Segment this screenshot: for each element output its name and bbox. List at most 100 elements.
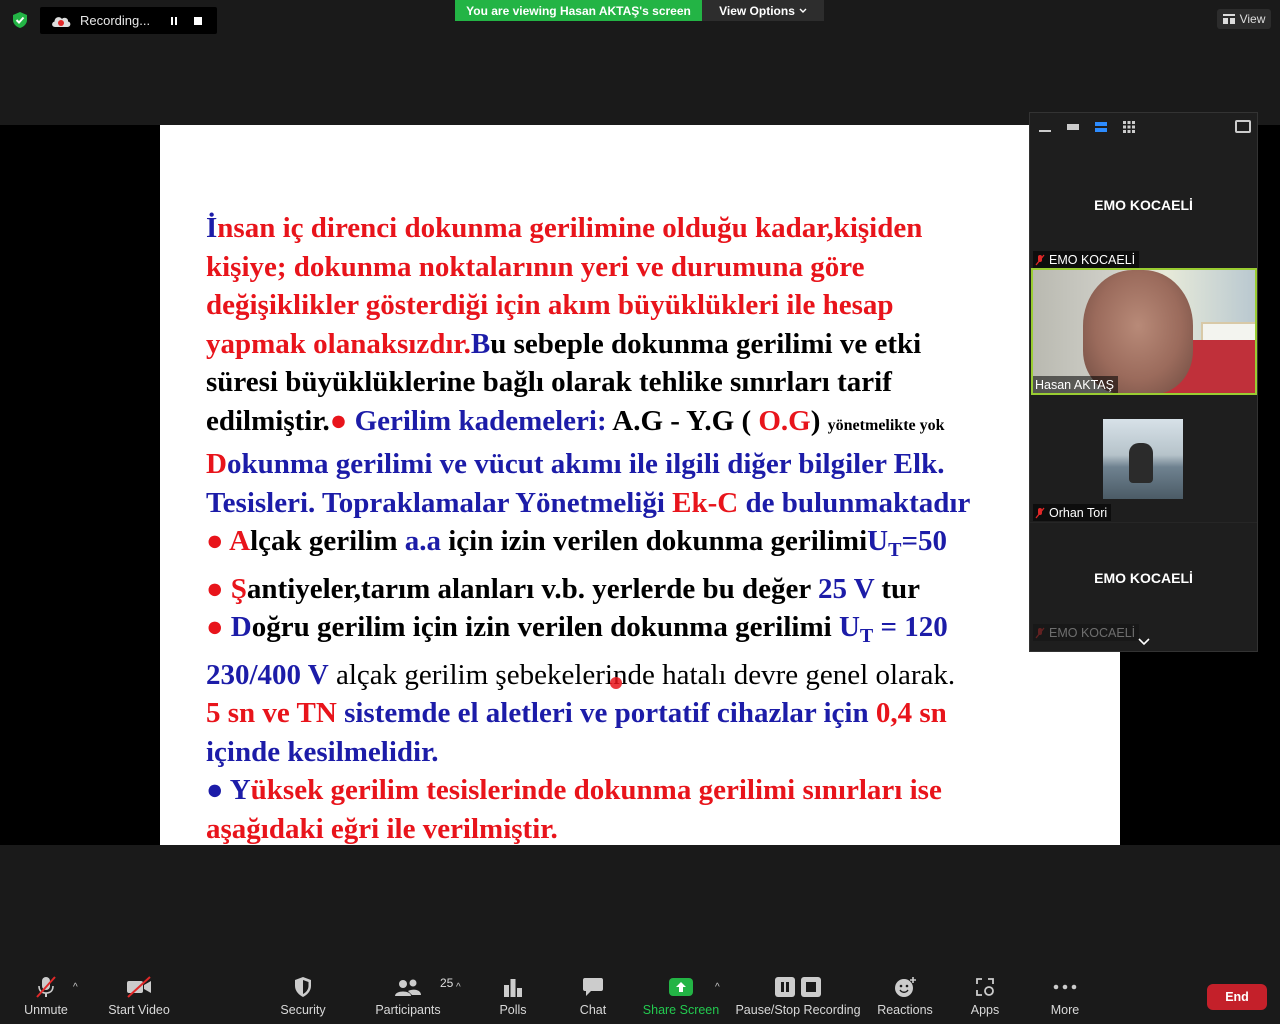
slide-text-run: içinde kesilmelidir. [206,735,439,768]
slide-text-run: Gerilim kademeleri: [354,404,613,437]
active-speaker-video[interactable]: Hasan AKTAŞ [1031,268,1257,395]
gallery-collapse-button[interactable] [1029,630,1258,654]
slide-text-run: ● Ş [206,572,247,605]
slide-text-run: T [859,625,874,647]
slide-text-run: yönetmelikte yok [827,416,945,434]
slide-text-run: değişiklikler gösterdiği için akım büyük… [206,289,894,321]
slide-line: 230/400 V alçak gerilim şebekelerinde ha… [206,656,1120,695]
participant-tile[interactable]: EMO KOCAELİ EMO KOCAELİ [1030,523,1257,641]
muted-mic-icon [1035,507,1045,518]
apps-icon [976,978,994,996]
security-button[interactable]: Security [278,974,328,1020]
slide-line: ● Şantiyeler,tarım alanları v.b. yerlerd… [206,570,1120,609]
encryption-shield-icon[interactable] [11,11,29,29]
participants-icon [395,979,421,996]
polls-label: Polls [499,1003,527,1017]
audio-options-caret-icon[interactable]: ^ [73,982,78,993]
unmute-label: Unmute [24,1003,68,1017]
participants-options-caret-icon[interactable]: ^ [456,982,461,993]
view-label: View [1239,12,1266,26]
minimize-icon[interactable] [1038,121,1052,133]
slide-text-run: üksek gerilim tesislerinde dokunma geril… [250,774,942,806]
gallery-grid-icon[interactable] [1122,121,1136,133]
view-options-button[interactable]: View Options [702,0,824,21]
slide-line: Tesisleri. Topraklamalar Yönetmeliği Ek-… [206,484,1120,523]
participant-label-text: Hasan AKTAŞ [1035,377,1114,392]
slide-text-run: Y [229,774,251,806]
view-button[interactable]: View [1217,9,1271,29]
slide-text-run: antiyeler,tarım alanları v.b. yerlerde b… [246,572,818,605]
slide-line: yapmak olanaksızdır.Bu sebeple dokunma g… [206,325,1120,364]
slide-text-run: ● A [206,525,251,557]
slide-text-run: 25 V [817,572,875,605]
muted-mic-icon [1035,254,1045,265]
pause-stop-recording-button[interactable]: Pause/Stop Recording [735,974,861,1020]
participant-label-text: Orhan Tori [1049,505,1108,520]
more-button[interactable]: More [1048,974,1082,1020]
slide-line: ● Yüksek gerilim tesislerinde dokunma ge… [206,771,1120,810]
unmute-button[interactable]: Unmute [22,974,70,1020]
participant-label: Orhan Tori [1033,504,1112,521]
apps-button[interactable]: Apps [968,974,1002,1020]
participant-label: Hasan AKTAŞ [1033,376,1118,393]
slide-text-run: okunma gerilimi ve vücut akımı ile ilgil… [226,448,945,480]
slide-text-run: a.a [404,525,441,557]
presenter-pointer [610,677,622,689]
end-meeting-button[interactable]: End [1207,984,1267,1010]
more-label: More [1050,1003,1080,1017]
slide-text-run: D [206,448,227,480]
pop-out-icon[interactable] [1235,120,1251,133]
view-options-label: View Options [719,3,795,18]
muted-microphone-icon [36,976,56,998]
chevron-down-icon [1137,638,1150,646]
profile-photo [1103,419,1183,499]
slide-text-run: Ek-C [672,486,739,519]
share-screen-button[interactable]: Share Screen [643,974,719,1020]
participant-tile[interactable]: EMO KOCAELİ EMO KOCAELİ [1030,141,1257,269]
person-figure [1129,443,1153,483]
chat-button[interactable]: Chat [576,974,610,1020]
slide-line: içinde kesilmelidir. [206,733,1120,772]
slide-text-run: tur [874,572,921,605]
security-label: Security [280,1003,326,1017]
share-screen-icon [669,978,693,996]
slide-text: İnsan iç direnci dokunma gerilimine oldu… [206,209,1120,845]
slide-line: İnsan iç direnci dokunma gerilimine oldu… [206,209,1120,248]
participant-name: EMO KOCAELİ [1094,570,1193,586]
slide-line: kişiye; dokunma noktalarının yeri ve dur… [206,248,1120,287]
chat-bubble-icon [583,978,603,996]
slide-line: ● Doğru gerilim için izin verilen dokunm… [206,608,1120,656]
side-by-side-icon[interactable] [1094,121,1108,133]
participants-count: 25 [440,976,454,990]
slide-text-run: ● [206,774,230,806]
security-shield-icon [295,977,311,997]
pause-recording-button[interactable] [164,11,184,31]
reactions-label: Reactions [877,1003,933,1017]
start-video-button[interactable]: Start Video [108,974,170,1020]
slide-line: 5 sn ve TN sistemde el aletleri ve porta… [206,694,1120,733]
video-off-icon [127,976,151,998]
polls-button[interactable]: Polls [496,974,530,1020]
stop-recording-button[interactable] [188,11,208,31]
slide-text-run: yapmak olanaksızdır. [206,327,471,360]
participant-name: EMO KOCAELİ [1094,197,1193,213]
slide-text-run: U [867,525,889,557]
more-ellipsis-icon [1053,984,1077,990]
apps-label: Apps [970,1003,1000,1017]
slide-text-run: D [230,611,252,643]
pause-stop-label: Pause/Stop Recording [735,1003,861,1017]
shared-slide: İnsan iç direnci dokunma gerilimine oldu… [160,125,1120,845]
slide-text-run: 0,4 sn [875,697,947,729]
slide-text-run: edilmiştir. [206,404,330,437]
polls-icon [504,979,522,997]
slide-text-run: kişiye; dokunma noktalarının yeri ve dur… [206,250,865,283]
chevron-down-icon [799,8,807,13]
speaker-view-icon[interactable] [1066,121,1080,133]
reactions-button[interactable]: Reactions [876,974,934,1020]
participants-button[interactable]: 25 Participants [375,974,453,1020]
slide-text-run: 230/400 V [206,658,329,691]
pause-stop-icon [775,977,821,997]
slide-line: Dokunma gerilimi ve vücut akımı ile ilgi… [206,445,1120,484]
share-options-caret-icon[interactable]: ^ [715,982,720,993]
slide-line: edilmiştir.● Gerilim kademeleri: A.G - Y… [206,402,1120,446]
